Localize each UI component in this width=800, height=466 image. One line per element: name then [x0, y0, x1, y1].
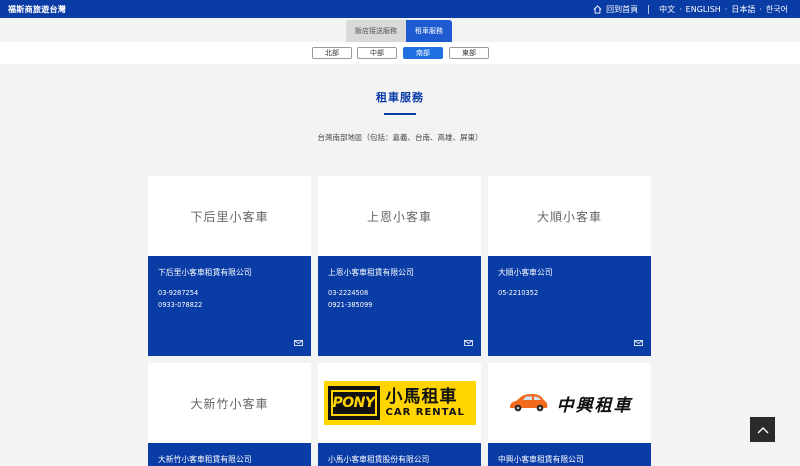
tab-car-rental[interactable]: 租車服務	[406, 20, 452, 42]
card-info: 小馬小客車租賃股份有限公司	[318, 443, 481, 465]
card-photo: 中興租車	[488, 363, 651, 443]
rental-card[interactable]: PONY 小馬租車 CAR RENTAL 小馬小客車租賃股份有限公司	[318, 363, 481, 466]
card-info: 上恩小客車租賃有限公司 03-2224508 0921-385099	[318, 256, 481, 311]
rental-card[interactable]: 大新竹小客車 大新竹小客車租賃有限公司	[148, 363, 311, 466]
mail-icon[interactable]	[464, 340, 473, 346]
card-photo-text: 大順小客車	[536, 209, 602, 224]
card-photo: 下后里小客車	[148, 176, 311, 256]
company-name: 下后里小客車租賃有限公司	[158, 268, 252, 277]
home-label: 回到首頁	[606, 5, 639, 14]
card-info: 中興小客車租賃有限公司	[488, 443, 651, 465]
pony-logo-badge: PONY	[327, 386, 380, 420]
phone-number: 03-9287254	[158, 289, 199, 297]
nav-divider	[648, 5, 650, 14]
section-description: 台灣南部地區（包括：嘉義、台南、高雄、屏東）	[317, 133, 483, 142]
phone-number: 05-2210352	[498, 289, 539, 297]
region-east-button[interactable]: 東部	[449, 47, 489, 59]
top-bar: 福斯商旅遊台灣 回到首頁 中文 · ENGLISH · 日本語 · 한국어	[0, 0, 800, 18]
phone-number: 0933-078822	[158, 301, 203, 309]
site-brand[interactable]: 福斯商旅遊台灣	[8, 4, 66, 15]
card-info: 大新竹小客車租賃有限公司	[148, 443, 311, 465]
card-photo-text: 大新竹小客車	[190, 396, 269, 411]
region-bar	[0, 42, 800, 64]
mail-icon[interactable]	[634, 340, 643, 346]
card-photo-text: 下后里小客車	[190, 209, 269, 224]
zhongxing-logo-text: 中興租車	[556, 395, 633, 416]
lang-separator: ·	[679, 5, 682, 14]
card-photo-text: 上恩小客車	[366, 209, 432, 224]
tab-hotel-transfer[interactable]: 飯店接送服務	[346, 20, 406, 42]
rental-card[interactable]: 中興租車 中興小客車租賃有限公司	[488, 363, 651, 466]
company-name: 大順小客車公司	[498, 268, 553, 277]
card-info: 大順小客車公司 05-2210352	[488, 256, 651, 299]
back-to-top-button[interactable]	[750, 417, 775, 442]
section-title: 租車服務	[376, 91, 424, 104]
company-name: 中興小客車租賃有限公司	[498, 455, 584, 464]
service-tabs: 飯店接送服務 租車服務	[346, 20, 452, 42]
pony-logo-chinese: 小馬租車	[385, 387, 458, 407]
pony-logo: PONY 小馬租車 CAR RENTAL	[323, 381, 476, 425]
card-info: 下后里小客車租賃有限公司 03-9287254 0933-078822	[148, 256, 311, 311]
company-name: 小馬小客車租賃股份有限公司	[328, 455, 430, 464]
lang-english[interactable]: ENGLISH	[686, 5, 721, 14]
card-photo: 大順小客車	[488, 176, 651, 256]
phone-number: 03-2224508	[328, 289, 369, 297]
lang-separator: ·	[724, 5, 728, 14]
region-central-button[interactable]: 中部	[357, 47, 397, 59]
card-photo: PONY 小馬租車 CAR RENTAL	[318, 363, 481, 443]
rental-card[interactable]: 下后里小客車 下后里小客車租賃有限公司 03-9287254 0933-0788…	[148, 176, 311, 356]
card-photo: 上恩小客車	[318, 176, 481, 256]
company-name: 大新竹小客車租賃有限公司	[158, 455, 252, 464]
mail-icon[interactable]	[294, 340, 303, 346]
top-nav: 回到首頁 中文 · ENGLISH · 日本語 · 한국어	[593, 4, 788, 15]
card-photo: 大新竹小客車	[148, 363, 311, 443]
car-icon	[509, 394, 547, 412]
home-icon	[593, 5, 602, 14]
region-north-button[interactable]: 北部	[312, 47, 352, 59]
pony-logo-english: CAR RENTAL	[385, 407, 465, 418]
rental-card[interactable]: 大順小客車 大順小客車公司 05-2210352	[488, 176, 651, 356]
lang-chinese[interactable]: 中文	[659, 4, 675, 15]
pony-logo-word: PONY	[332, 395, 375, 411]
company-name: 上恩小客車租賃有限公司	[328, 268, 414, 277]
title-underline	[384, 113, 416, 115]
rental-card[interactable]: 上恩小客車 上恩小客車租賃有限公司 03-2224508 0921-385099	[318, 176, 481, 356]
lang-separator: ·	[759, 5, 762, 14]
zhongxing-logo: 中興租車	[507, 391, 633, 416]
home-link[interactable]: 回到首頁	[593, 4, 638, 15]
chevron-up-icon	[757, 426, 768, 433]
region-south-button[interactable]: 南部	[403, 47, 443, 59]
lang-korean[interactable]: 한국어	[766, 4, 788, 15]
lang-japanese[interactable]: 日本語	[731, 4, 755, 15]
phone-number: 0921-385099	[328, 301, 373, 309]
